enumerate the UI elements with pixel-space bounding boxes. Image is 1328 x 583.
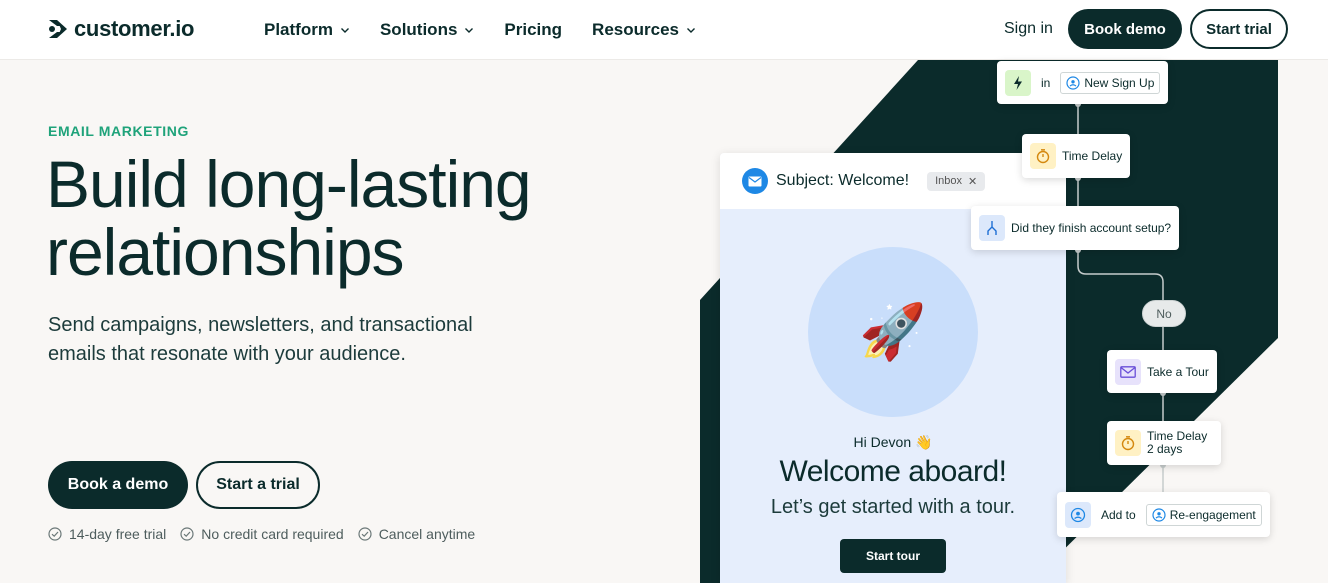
mail-icon — [742, 168, 768, 194]
workflow-email-card: Take a Tour — [1107, 350, 1217, 393]
branch-icon — [979, 215, 1005, 241]
page-title: Build long-lasting relationships — [46, 150, 666, 286]
nav-solutions[interactable]: Solutions — [380, 20, 474, 40]
check-circle-icon — [180, 527, 194, 541]
nav-platform-label: Platform — [264, 20, 333, 39]
benefit-list: 14-day free trial No credit card require… — [48, 526, 475, 542]
email-tagline: Let’s get started with a tour. — [770, 496, 1016, 518]
nav-pricing[interactable]: Pricing — [504, 20, 562, 40]
workflow-delay-card: Time Delay — [1022, 134, 1131, 178]
benefit-item: No credit card required — [180, 526, 344, 542]
segment-chip: New Sign Up — [1060, 71, 1161, 94]
lightning-icon — [1005, 69, 1031, 96]
segment-icon — [1066, 75, 1080, 90]
rocket-illustration: 🚀 — [808, 247, 978, 417]
delay-text: Time Delay 2 days — [1147, 430, 1207, 456]
sign-in-link[interactable]: Sign in — [1004, 20, 1053, 38]
trigger-in-label: in — [1041, 75, 1051, 90]
logo-mark-icon — [49, 20, 67, 38]
hero-subtitle: Send campaigns, newsletters, and transac… — [48, 314, 473, 365]
benefit-item: Cancel anytime — [358, 526, 476, 542]
benefit-item: 14-day free trial — [48, 526, 166, 542]
delay-value: 2 days — [1147, 442, 1183, 456]
branch-no-label: No — [1142, 300, 1186, 327]
inbox-chip: Inbox ✕ — [927, 171, 986, 191]
delay-label: Time Delay — [1062, 149, 1123, 163]
email-subject: Subject: Welcome! — [776, 172, 910, 189]
segment-label: Re-engagement — [1169, 507, 1256, 522]
start-tour-button[interactable]: Start tour — [840, 539, 946, 573]
top-nav: customer.io Platform Solutions Pricing R… — [0, 0, 1328, 60]
rocket-icon: 🚀 — [859, 301, 927, 362]
start-trial-button[interactable]: Start trial — [1190, 9, 1288, 49]
book-demo-button[interactable]: Book demo — [1068, 9, 1182, 49]
nav-pricing-label: Pricing — [504, 20, 563, 39]
workflow-branch-card: Did they finish account setup? — [971, 206, 1180, 250]
email-greeting: Hi Devon 👋 — [853, 434, 933, 450]
chevron-down-icon — [340, 28, 349, 33]
branch-question: Did they finish account setup? — [1011, 221, 1172, 235]
segment-chip: Re-engagement — [1145, 503, 1262, 526]
title-line-2: relationships — [46, 215, 405, 289]
workflow-trigger-card: in New Sign Up — [997, 61, 1169, 104]
stopwatch-icon — [1115, 430, 1141, 456]
email-action-label: Take a Tour — [1147, 364, 1209, 379]
workflow-add-segment-card: Add to Re-engagement — [1057, 492, 1270, 537]
email-headline: Welcome aboard! — [779, 455, 1007, 488]
logo[interactable]: customer.io — [48, 16, 194, 42]
benefit-text: 14-day free trial — [69, 526, 167, 542]
workflow-delay-card-2: Time Delay 2 days — [1107, 421, 1222, 465]
check-circle-icon — [48, 527, 62, 541]
stopwatch-icon — [1030, 143, 1056, 169]
start-a-trial-button[interactable]: Start a trial — [196, 461, 320, 509]
nav-resources[interactable]: Resources — [592, 20, 696, 40]
logo-text: customer.io — [74, 16, 195, 41]
segment-icon — [1065, 501, 1091, 528]
segment-label: New Sign Up — [1084, 75, 1155, 90]
nav-links: Platform Solutions Pricing Resources — [264, 0, 696, 60]
nav-platform[interactable]: Platform — [264, 20, 350, 40]
nav-resources-label: Resources — [592, 20, 679, 39]
email-header: Subject: Welcome! Inbox ✕ — [720, 153, 1066, 209]
close-icon: ✕ — [968, 175, 978, 188]
eyebrow-label: EMAIL MARKETING — [48, 123, 189, 139]
chevron-down-icon — [465, 28, 474, 33]
inbox-chip-label: Inbox — [935, 175, 963, 187]
segment-icon — [1152, 507, 1166, 522]
book-a-demo-button[interactable]: Book a demo — [48, 461, 188, 509]
benefit-text: Cancel anytime — [378, 526, 476, 542]
title-line-1: Build long-lasting — [46, 147, 532, 221]
nav-solutions-label: Solutions — [379, 20, 458, 39]
check-circle-icon — [358, 527, 372, 541]
mail-icon — [1115, 358, 1141, 385]
chevron-down-icon — [686, 28, 695, 33]
add-to-label: Add to — [1101, 507, 1136, 522]
benefit-text: No credit card required — [201, 526, 344, 542]
